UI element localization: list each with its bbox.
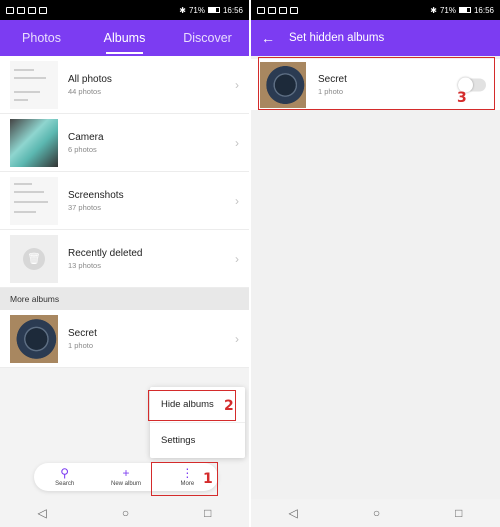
recents-square-icon[interactable]: □ [204,506,211,520]
left-phone-screen: ✱ 71% 16:56 Photos Albums Discover All p… [0,0,249,527]
notification-icon [257,6,265,14]
battery-icon [458,7,471,13]
album-name: Camera [68,131,104,143]
system-nav-bar: ◁ ○ □ [251,499,500,527]
hidden-albums-app-bar: ← Set hidden albums [251,20,500,56]
album-row-camera[interactable]: Camera 6 photos › [0,114,249,172]
page-title: Set hidden albums [289,32,385,44]
battery-percent: 71% [188,5,205,15]
status-bar: ✱ 71% 16:56 [251,0,500,20]
status-icons-right: ✱ 71% 16:56 [430,6,494,15]
album-count: 37 photos [68,202,101,212]
plus-icon: + [122,466,130,480]
more-albums-header: More albums [0,288,249,310]
back-triangle-icon[interactable]: ◁ [38,506,47,520]
annotation-number-3: 3 [457,90,467,106]
annotation-number-1: 1 [203,471,213,487]
album-count: 44 photos [68,86,101,96]
status-icons-right: ✱ 71% 16:56 [179,6,243,15]
trash-icon: 🗑 [23,247,45,270]
chevron-right-icon: › [235,193,239,208]
right-phone-screen: ✱ 71% 16:56 ← Set hidden albums Secret 1… [251,0,500,527]
home-circle-icon[interactable]: ○ [373,506,380,520]
chevron-right-icon: › [235,135,239,150]
bluetooth-icon: ✱ [430,5,437,15]
album-thumbnail [10,176,58,225]
album-count: 1 photo [68,340,94,350]
status-time: 16:56 [473,5,494,15]
album-count: 6 photos [68,144,97,154]
bluetooth-icon: ✱ [179,5,186,15]
album-row-screenshots[interactable]: Screenshots 37 photos › [0,172,249,230]
status-icons-left [257,6,298,14]
chevron-right-icon: › [235,77,239,92]
notification-icon [279,6,287,14]
new-album-label: New album [110,481,141,487]
search-label: Search [55,481,75,487]
annotation-box-hide-albums [148,390,236,421]
notification-icon [290,6,298,14]
tab-photos[interactable]: Photos [0,20,83,56]
status-icons-left [6,6,47,14]
system-nav-bar: ◁ ○ □ [0,499,249,527]
album-name: All photos [68,73,112,85]
album-row-secret[interactable]: Secret 1 photo › [0,310,249,368]
album-row-recently-deleted[interactable]: 🗑 Recently deleted 13 photos › [0,230,249,288]
notification-icon [17,6,25,14]
chevron-right-icon: › [235,251,239,266]
annotation-number-2: 2 [224,398,234,414]
status-time: 16:56 [222,5,243,15]
home-circle-icon[interactable]: ○ [122,506,129,520]
notification-icon [6,6,14,14]
search-icon: ⚲ [60,466,70,480]
album-name: Secret [68,327,97,339]
notification-icon [28,6,36,14]
recents-square-icon[interactable]: □ [455,506,462,520]
album-thumbnail [10,60,58,109]
tab-discover[interactable]: Discover [166,20,249,56]
settings-menu-item[interactable]: Settings [150,422,245,457]
battery-icon [207,7,220,13]
album-thumbnail: 🗑 [10,234,58,283]
album-name: Recently deleted [68,247,143,259]
album-thumbnail [10,118,58,167]
status-bar: ✱ 71% 16:56 [0,0,249,20]
tab-albums[interactable]: Albums [83,20,166,56]
notification-icon [39,6,47,14]
gallery-app-bar: Photos Albums Discover [0,20,249,56]
battery-percent: 71% [439,5,456,15]
album-name: Screenshots [68,189,124,201]
notification-icon [268,6,276,14]
back-arrow-icon[interactable]: ← [261,30,275,46]
back-triangle-icon[interactable]: ◁ [289,506,298,520]
album-row-all-photos[interactable]: All photos 44 photos › [0,56,249,114]
gallery-tabs: Photos Albums Discover [0,20,249,56]
chevron-right-icon: › [235,331,239,346]
search-button[interactable]: ⚲ Search [34,463,95,491]
album-thumbnail [10,314,58,363]
album-count: 13 photos [68,260,101,270]
new-album-button[interactable]: + New album [95,463,156,491]
screenshot-stage: ✱ 71% 16:56 Photos Albums Discover All p… [0,0,500,527]
